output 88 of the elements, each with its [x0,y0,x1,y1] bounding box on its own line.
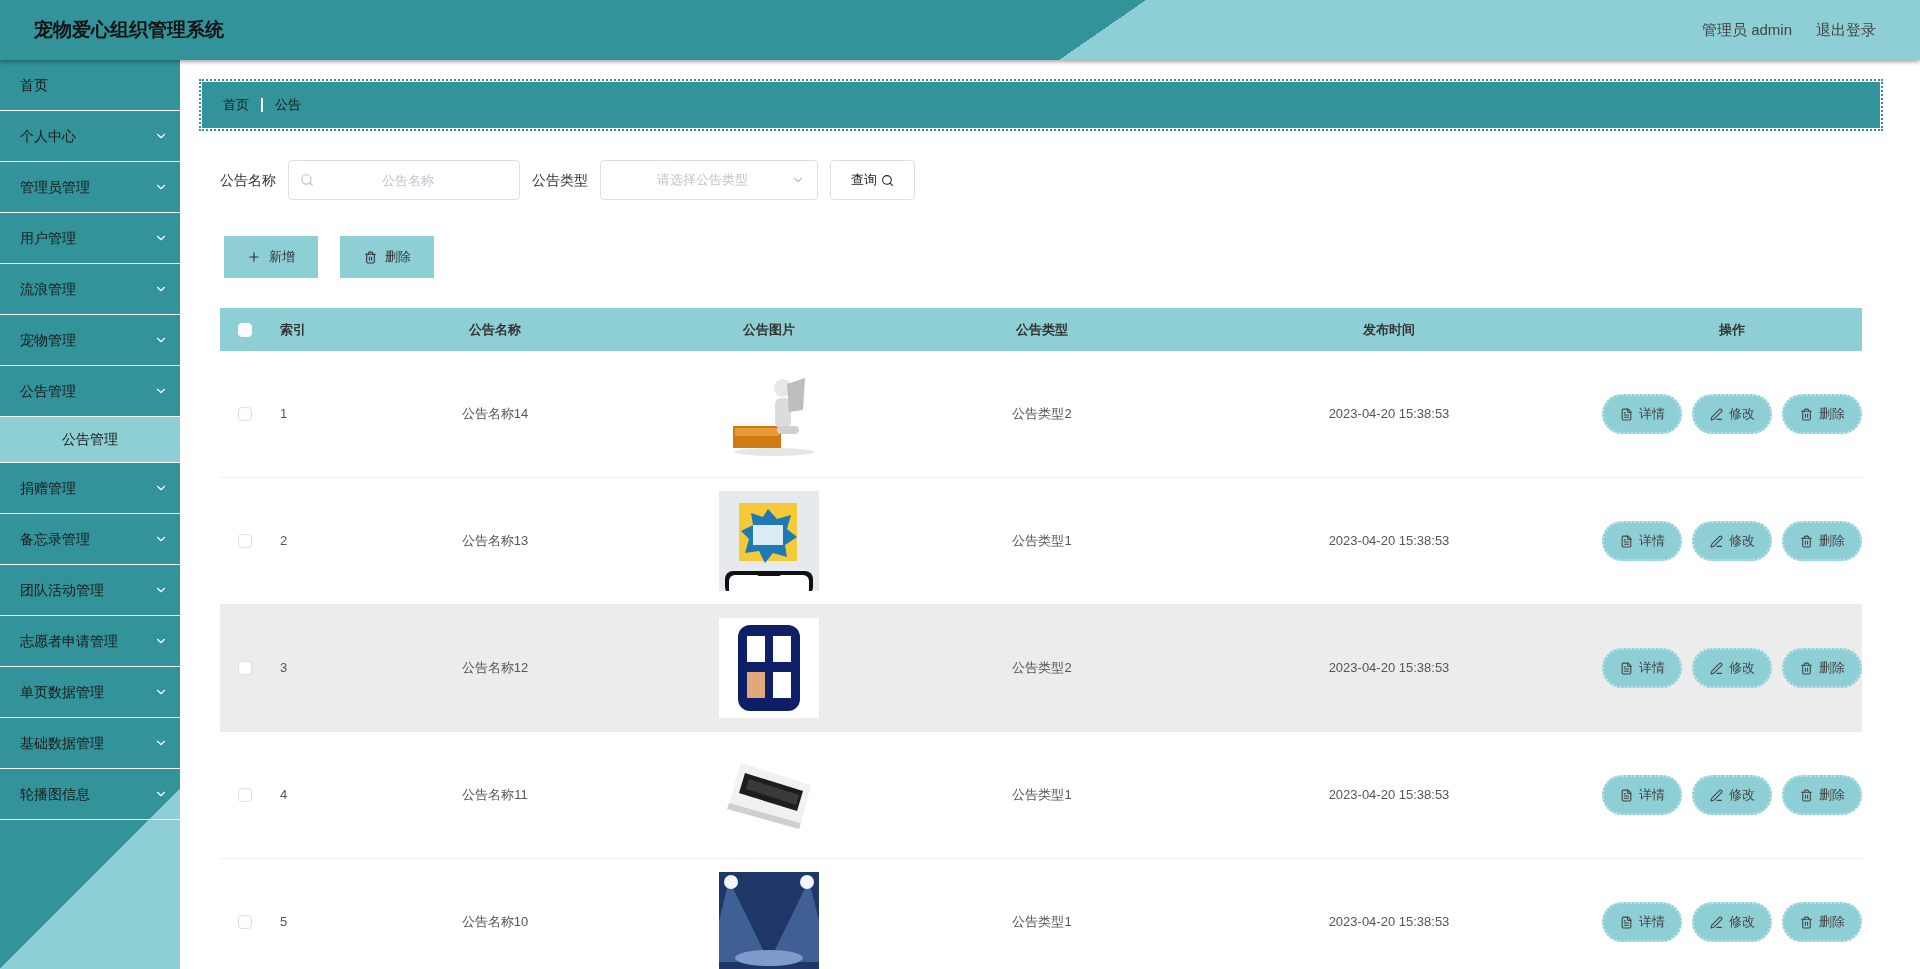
column-header: 公告图片 [742,320,796,339]
name-filter-label: 公告名称 [220,170,276,190]
pencil-icon [1709,788,1723,802]
edit-button[interactable]: 修改 [1692,648,1772,688]
sidebar-item[interactable]: 轮播图信息 [0,769,180,820]
app-title: 宠物爱心组织管理系统 [34,17,224,42]
document-icon [1619,661,1633,675]
delete-button[interactable]: 删除 [1782,648,1862,688]
sidebar-item[interactable]: 备忘录管理 [0,514,180,565]
column-header: 索引 [279,320,307,339]
edit-button[interactable]: 修改 [1692,775,1772,815]
details-button[interactable]: 详情 [1602,775,1682,815]
name-search-field[interactable]: 公告名称 [288,160,520,200]
admin-user-label: 管理员 admin [1701,19,1792,40]
delete-button[interactable]: 删除 [1782,394,1862,434]
details-button[interactable]: 详情 [1602,394,1682,434]
sidebar-item[interactable]: 单页数据管理 [0,667,180,718]
trash-icon [1799,534,1813,548]
column-header: 操作 [1718,320,1746,339]
edit-button[interactable]: 修改 [1692,394,1772,434]
sidebar-item[interactable]: 志愿者申请管理 [0,616,180,667]
checkbox[interactable] [238,788,252,802]
document-icon [1619,915,1633,929]
trash-icon [363,250,377,264]
sidebar-item[interactable]: 管理员管理 [0,162,180,213]
table-cell-text: 2023-04-20 15:38:53 [1327,405,1451,424]
table-cell-text: 1 [279,405,289,424]
sidebar-item[interactable]: 个人中心 [0,111,180,162]
trash-icon [1799,788,1813,802]
sidebar-item[interactable]: 用户管理 [0,213,180,264]
query-button[interactable]: 查询 [830,160,915,200]
checkbox[interactable] [238,534,252,548]
pencil-icon [1709,915,1723,929]
checkbox[interactable] [238,407,252,421]
table-cell-text: 公告名称14 [460,405,530,424]
sidebar-item[interactable]: 流浪管理 [0,264,180,315]
table-cell-text: 2023-04-20 15:38:53 [1327,786,1451,805]
column-header: 公告类型 [1015,320,1069,339]
details-button[interactable]: 详情 [1602,648,1682,688]
sidebar-subitem[interactable]: 公告管理 [0,417,180,463]
delete-button[interactable]: 删除 [1782,902,1862,942]
table-cell-text: 2 [279,532,289,551]
delete-button[interactable]: 删除 [1782,775,1862,815]
table-cell-text: 公告类型2 [1011,405,1073,424]
delete-button[interactable]: 删除 [1782,521,1862,561]
document-icon [1619,788,1633,802]
search-icon [300,173,314,187]
sidebar-item[interactable]: 团队活动管理 [0,565,180,616]
trash-icon [1799,661,1813,675]
type-filter-label: 公告类型 [532,170,588,190]
table-cell-text: 公告名称11 [461,786,529,805]
table-cell-text: 公告名称13 [460,532,530,551]
trash-icon [1799,915,1813,929]
trash-icon [1799,407,1813,421]
table-cell-text: 2023-04-20 15:38:53 [1327,913,1451,932]
table-cell-text: 公告名称10 [460,913,530,932]
table-cell-text: 公告类型2 [1011,659,1073,678]
table-cell-text: 2023-04-20 15:38:53 [1327,659,1451,678]
table-cell-text: 公告类型1 [1011,913,1073,932]
table-cell-text: 公告类型1 [1011,786,1073,805]
breadcrumb-link[interactable]: 首页 [223,95,249,115]
sidebar-item[interactable]: 宠物管理 [0,315,180,366]
edit-button[interactable]: 修改 [1692,521,1772,561]
document-icon [1619,407,1633,421]
pencil-icon [1709,534,1723,548]
edit-button[interactable]: 修改 [1692,902,1772,942]
sidebar-item[interactable]: 捐赠管理 [0,463,180,514]
pencil-icon [1709,661,1723,675]
plus-icon [247,250,261,264]
breadcrumb-link[interactable]: 公告 [275,95,301,115]
table-cell-text: 5 [279,913,289,932]
table-cell-text: 公告名称12 [460,659,530,678]
document-icon [1619,534,1633,548]
search-icon [881,173,894,187]
details-button[interactable]: 详情 [1602,902,1682,942]
checkbox[interactable] [238,915,252,929]
sidebar-item[interactable]: 首页 [0,60,180,111]
table-cell-text: 公告类型1 [1011,532,1073,551]
table-cell-text: 2023-04-20 15:38:53 [1327,532,1451,551]
sidebar-item[interactable]: 基础数据管理 [0,718,180,769]
checkbox[interactable] [238,661,252,675]
logout-link[interactable]: 退出登录 [1816,18,1876,42]
table-cell-text: 4 [279,786,289,805]
column-header: 发布时间 [1362,320,1416,339]
details-button[interactable]: 详情 [1602,521,1682,561]
pencil-icon [1709,407,1723,421]
table-cell-text: 3 [279,659,289,678]
column-header: 公告名称 [468,320,522,339]
